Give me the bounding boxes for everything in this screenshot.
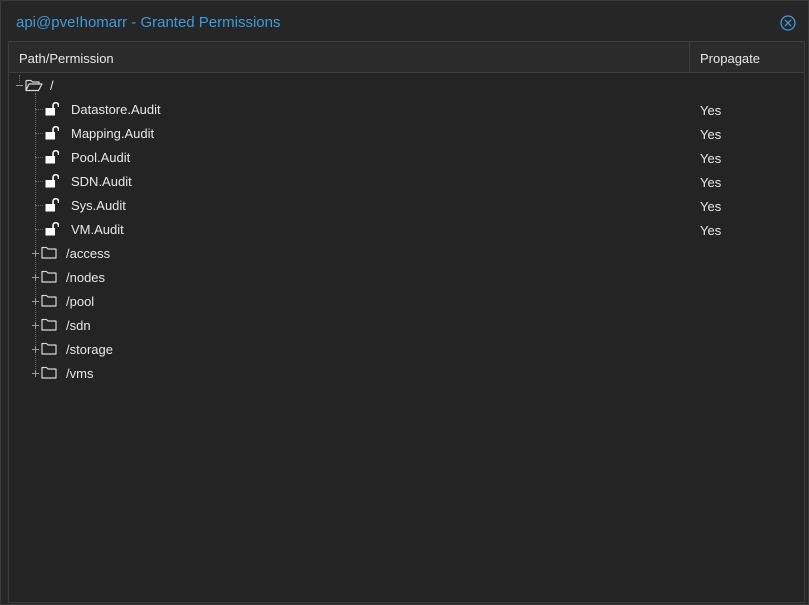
folder-label: /access (66, 246, 111, 261)
permission-label: SDN.Audit (71, 174, 132, 189)
permissions-tree-grid: Path/Permission Propagate / Datastore.Au… (8, 41, 805, 603)
unlock-icon (45, 150, 59, 164)
permission-row[interactable]: Datastore.Audit Yes (9, 97, 804, 121)
folder-row[interactable]: /pool (9, 289, 804, 313)
collapse-icon[interactable] (15, 81, 24, 90)
folder-label: /pool (66, 294, 95, 309)
permission-row[interactable]: Sys.Audit Yes (9, 193, 804, 217)
propagate-value: Yes (700, 199, 722, 214)
permission-row[interactable]: Pool.Audit Yes (9, 145, 804, 169)
expand-icon[interactable] (31, 273, 40, 282)
unlock-icon (45, 198, 59, 212)
permission-label: Sys.Audit (71, 198, 126, 213)
folder-row[interactable]: /sdn (9, 313, 804, 337)
folder-open-icon (25, 79, 43, 92)
unlock-icon (45, 102, 59, 116)
grid-header: Path/Permission Propagate (9, 42, 804, 73)
permissions-window: api@pve!homarr - Granted Permissions Pat… (0, 0, 809, 605)
expand-icon[interactable] (31, 345, 40, 354)
permission-row[interactable]: SDN.Audit Yes (9, 169, 804, 193)
folder-label: /sdn (66, 318, 91, 333)
tree-node-label: / (50, 78, 54, 93)
tree-connector (35, 229, 43, 230)
folder-row[interactable]: /vms (9, 361, 804, 385)
permission-label: Pool.Audit (71, 150, 131, 165)
folder-row[interactable]: /storage (9, 337, 804, 361)
folder-label: /vms (66, 366, 94, 381)
folder-row[interactable]: /nodes (9, 265, 804, 289)
unlock-icon (45, 174, 59, 188)
propagate-value: Yes (700, 127, 722, 142)
column-header-path[interactable]: Path/Permission (9, 42, 690, 72)
permission-row[interactable]: VM.Audit Yes (9, 217, 804, 241)
expand-icon[interactable] (31, 249, 40, 258)
window-titlebar[interactable]: api@pve!homarr - Granted Permissions (1, 1, 808, 41)
column-header-propagate[interactable]: Propagate (690, 42, 804, 72)
tree-connector (35, 205, 43, 206)
unlock-icon (45, 126, 59, 140)
folder-label: /nodes (66, 270, 106, 285)
folder-icon (41, 342, 57, 355)
expand-icon[interactable] (31, 297, 40, 306)
propagate-value: Yes (700, 151, 722, 166)
tree-connector (35, 157, 43, 158)
folder-row[interactable]: /access (9, 241, 804, 265)
unlock-icon (45, 222, 59, 236)
close-icon[interactable] (780, 15, 796, 31)
window-title: api@pve!homarr - Granted Permissions (16, 14, 281, 31)
tree-connector (35, 181, 43, 182)
tree-connector (35, 133, 43, 134)
folder-icon (41, 366, 57, 379)
tree-connector (35, 109, 43, 110)
folder-icon (41, 294, 57, 307)
permission-label: Mapping.Audit (71, 126, 155, 141)
expand-icon[interactable] (31, 369, 40, 378)
expand-icon[interactable] (31, 321, 40, 330)
propagate-value: Yes (700, 223, 722, 238)
permission-row[interactable]: Mapping.Audit Yes (9, 121, 804, 145)
folder-icon (41, 318, 57, 331)
permission-label: VM.Audit (71, 222, 124, 237)
permission-label: Datastore.Audit (71, 102, 161, 117)
folder-icon (41, 270, 57, 283)
propagate-value: Yes (700, 175, 722, 190)
propagate-value: Yes (700, 103, 722, 118)
tree-root-row[interactable]: / (9, 73, 804, 97)
folder-label: /storage (66, 342, 113, 357)
folder-icon (41, 246, 57, 259)
